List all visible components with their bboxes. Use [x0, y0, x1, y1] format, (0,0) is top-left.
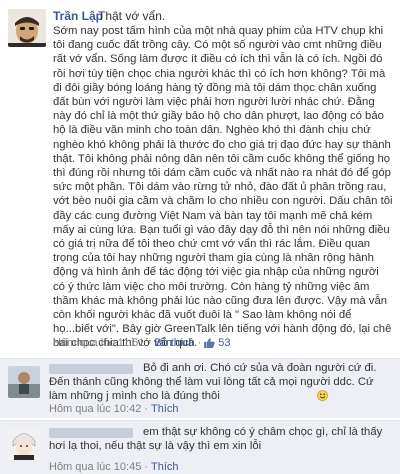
post-timestamp[interactable]: Hôm qua lúc 11:51 — [53, 337, 145, 349]
author-name[interactable]: Trần Lập — [53, 9, 103, 23]
meta-separator: · — [144, 461, 149, 473]
meta-separator: · — [147, 337, 152, 349]
commenter-avatar[interactable] — [8, 428, 40, 460]
comment-meta: Hôm qua lúc 10:42 · Thích — [49, 403, 179, 415]
post-body: Sớm nay post tấm hình của một nhà quay p… — [53, 25, 393, 350]
author-avatar[interactable] — [8, 9, 46, 47]
comment-text: em thật sự không có ý châm chọc gì, chỉ … — [49, 426, 383, 453]
commenter-avatar[interactable] — [8, 366, 40, 398]
post: Trần Lập Thật vớ vẩn. Sớm nay post tấm h… — [0, 0, 400, 356]
comment-item: em thật sự không có ý châm chọc gì, chỉ … — [0, 420, 400, 474]
like-link[interactable]: Thích — [151, 403, 179, 415]
comment-text: Bỏ đi anh ơi. Chó cứ sủa và đoàn người c… — [49, 362, 377, 403]
like-count[interactable]: 53 — [218, 337, 230, 349]
comment-item: Bỏ đi anh ơi. Chó cứ sủa và đoàn người c… — [0, 358, 400, 418]
unlike-link[interactable]: Bỏ thích — [154, 337, 194, 349]
smiley-icon — [223, 390, 328, 402]
comment-timestamp[interactable]: Hôm qua lúc 10:42 — [49, 403, 141, 415]
comment-timestamp[interactable]: Hôm qua lúc 10:45 — [49, 461, 141, 473]
post-first-line: Thật vớ vẩn. — [98, 9, 166, 23]
meta-separator: · — [197, 337, 202, 349]
facebook-post-screenshot: Trần Lập Thật vớ vẩn. Sớm nay post tấm h… — [0, 0, 400, 474]
post-meta: Hôm qua lúc 11:51 · Bỏ thích · 53 — [53, 337, 230, 349]
like-thumb-icon — [204, 338, 215, 348]
comment-meta: Hôm qua lúc 10:45 · Thích — [49, 461, 179, 473]
like-link[interactable]: Thích — [151, 461, 179, 473]
meta-separator: · — [144, 403, 149, 415]
